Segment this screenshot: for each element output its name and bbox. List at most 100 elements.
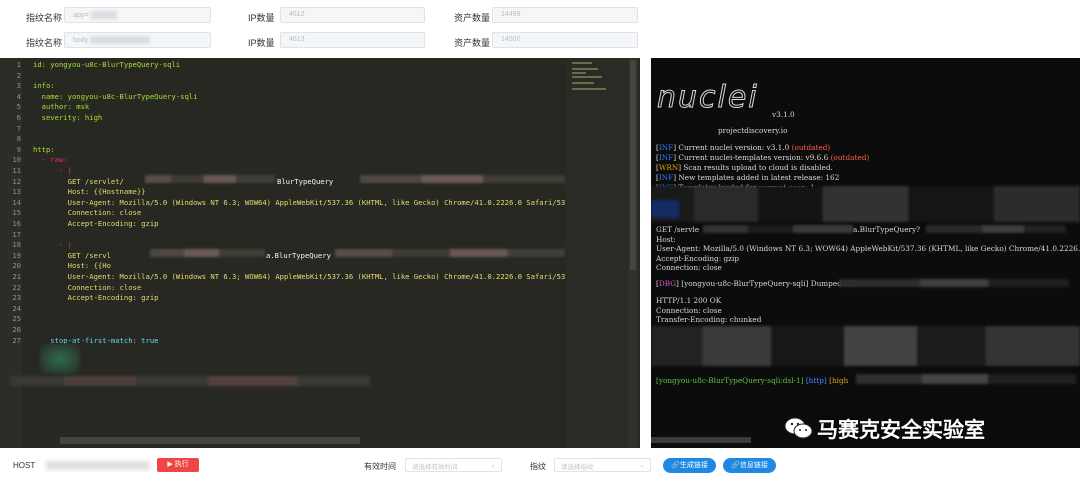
line-number: 24	[12, 303, 21, 313]
line-number: 27	[12, 335, 21, 345]
line-number: 15	[12, 208, 21, 218]
line-code: User-Agent: Mozilla/5.0 (Windows NT 6.3;…	[33, 197, 574, 207]
chevron-down-icon: ⌄	[639, 462, 645, 469]
link-icon: 🔗	[671, 462, 680, 469]
terminal-output: nuclei v3.1.0 projectdiscovery.io [INF] …	[651, 58, 1080, 448]
code-line[interactable]: 23 Accept-Encoding: gzip	[0, 293, 566, 304]
line-number: 21	[12, 272, 21, 281]
fingerprint-name-input[interactable]: app=	[64, 7, 211, 23]
code-line[interactable]: 25	[0, 314, 566, 325]
asset-count-label: 资产数量	[454, 13, 491, 23]
code-line[interactable]: 8	[0, 134, 566, 145]
code-line[interactable]: 1 id: yongyou-u8c-BlurTypeQuery-sqli	[0, 60, 566, 71]
response-line: Connection: close	[656, 305, 722, 315]
code-line[interactable]: 9 http:	[0, 145, 566, 156]
terminal-scrollbar[interactable]	[651, 437, 751, 443]
fingerprint-placeholder: 请选择指纹	[561, 464, 594, 471]
redacted-block	[360, 175, 565, 183]
line-code: User-Agent: Mozilla/5.0 (Windows NT 6.3;…	[33, 272, 574, 281]
redacted-block	[651, 200, 679, 218]
request-line: Connection: close	[656, 263, 722, 272]
line-code: http:	[33, 144, 55, 154]
form-row-2: 指纹名称 body IP数量 4613 资产数量 14500	[0, 32, 650, 54]
terminal-message: [WRN] Scan results upload to cloud is di…	[656, 163, 833, 172]
line-number: 26	[12, 325, 21, 334]
ip-count-value: 4613	[289, 36, 305, 43]
fingerprint-name-value: app=	[73, 11, 89, 19]
ip-count-input[interactable]: 4612	[280, 7, 425, 23]
line-number: 17	[12, 229, 21, 239]
editor-horizontal-scrollbar[interactable]	[60, 437, 360, 444]
fingerprint-name-input[interactable]: body	[64, 32, 211, 48]
terminal-message: [INF] Current nuclei version: v3.1.0 (ou…	[656, 143, 831, 152]
line-number: 9	[16, 144, 21, 154]
generate-link-button[interactable]: 🔗生成链接	[663, 458, 716, 473]
line-number: 16	[12, 219, 21, 228]
request-line: GET /servle	[656, 225, 700, 234]
run-button[interactable]: ▶ 执行	[157, 458, 199, 472]
generate-link-label: 生成链接	[679, 462, 708, 469]
form-row-1: 指纹名称 app= IP数量 4612 资产数量 14499	[0, 7, 650, 29]
terminal-message: [INF] Current nuclei-templates version: …	[656, 153, 870, 162]
site-text: projectdiscovery.io	[718, 126, 788, 135]
code-line[interactable]: 26	[0, 325, 566, 336]
editor-minimap[interactable]	[566, 58, 628, 448]
editor-vertical-scrollbar[interactable]	[628, 58, 638, 448]
code-line[interactable]: 7	[0, 124, 566, 135]
line-number: 20	[12, 261, 21, 271]
redacted-block	[856, 374, 1076, 384]
code-line[interactable]: 2	[0, 71, 566, 82]
line-code: Accept-Encoding: gzip	[33, 293, 159, 303]
request-line: Accept-Encoding: gzip	[656, 253, 740, 263]
line-code: - |	[33, 240, 72, 250]
code-line[interactable]: 5 author: msk	[0, 102, 566, 113]
code-line[interactable]: 10 - raw:	[0, 155, 566, 166]
code-line[interactable]: 17	[0, 230, 566, 241]
redacted-block	[926, 225, 1066, 233]
code-line[interactable]: 21 User-Agent: Mozilla/5.0 (Windows NT 6…	[0, 272, 574, 283]
code-line[interactable]: 15 Connection: close	[0, 208, 566, 219]
code-line[interactable]: 4 name: yongyou-u8c-BlurTypeQuery-sqli	[0, 92, 566, 103]
code-line[interactable]: 22 Connection: close	[0, 283, 566, 294]
valid-time-label: 有效时间	[364, 462, 396, 471]
redacted-block	[703, 225, 853, 233]
line-number: 18	[12, 240, 21, 250]
response-line: HTTP/1.1 200 OK	[656, 296, 722, 305]
line-code: author: msk	[33, 102, 90, 112]
line-number: 5	[16, 102, 21, 112]
asset-count-input[interactable]: 14499	[492, 7, 638, 23]
asset-count-label: 资产数量	[454, 38, 491, 48]
line-number: 4	[16, 91, 21, 101]
asset-count-input[interactable]: 14500	[492, 32, 638, 48]
code-line[interactable]: 16 Accept-Encoding: gzip	[0, 219, 566, 230]
play-icon: ▶	[167, 461, 175, 468]
response-line: Transfer-Encoding: chunked	[656, 315, 762, 324]
valid-time-select[interactable]: 请选择有效时间 ⌄	[405, 458, 502, 472]
code-line[interactable]: 20 Host: {{Ho	[0, 261, 566, 272]
request-tail: a.BlurTypeQuery?	[853, 225, 921, 234]
line-number: 1	[16, 60, 21, 69]
code-line[interactable]: 14 User-Agent: Mozilla/5.0 (Windows NT 6…	[0, 198, 574, 209]
code-editor[interactable]: 1 id: yongyou-u8c-BlurTypeQuery-sqli 2 3 inf…	[0, 58, 640, 448]
info-link-label: 信息链接	[739, 462, 768, 469]
line-code: - raw:	[33, 155, 68, 165]
host-label: HOST	[13, 461, 36, 470]
code-line[interactable]: 24	[0, 304, 566, 315]
code-line[interactable]: 3 info:	[0, 81, 566, 92]
ip-count-label: IP数量	[248, 38, 275, 48]
redacted-block	[145, 175, 275, 183]
watermark-text: 马赛克安全实验室	[817, 418, 985, 442]
redacted-block	[651, 326, 1080, 366]
fingerprint-select[interactable]: 请选择指纹 ⌄	[554, 458, 651, 472]
code-line[interactable]: 6 severity: high	[0, 113, 566, 124]
line-number: 10	[12, 155, 21, 165]
code-line[interactable]: 27 stop-at-first-match: true	[0, 336, 566, 347]
line-number: 2	[16, 70, 21, 80]
code-line[interactable]: 13 Host: {{Hostname}}	[0, 187, 566, 198]
info-link-button[interactable]: 🔗信息链接	[723, 458, 776, 473]
ip-count-input[interactable]: 4613	[280, 32, 425, 48]
valid-time-placeholder: 请选择有效时间	[412, 464, 458, 471]
fragment-text: BlurTypeQuery	[277, 176, 334, 186]
host-input[interactable]	[46, 461, 150, 470]
wechat-icon	[784, 417, 813, 439]
